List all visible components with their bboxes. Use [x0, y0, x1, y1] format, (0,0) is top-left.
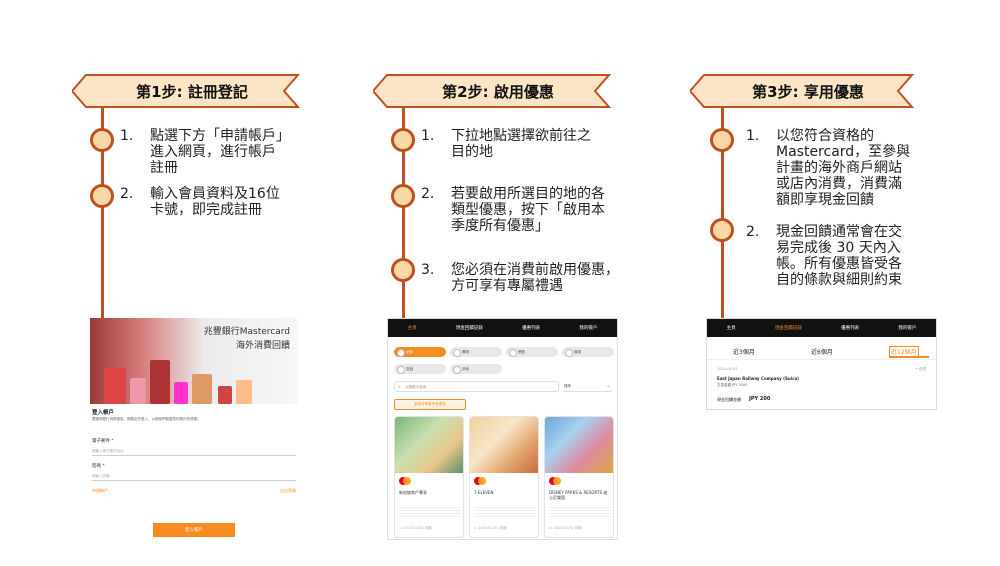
- nav-offers[interactable]: 優惠列表: [522, 325, 540, 331]
- chevron-down-icon: ⌄: [606, 383, 610, 388]
- offer-expiry: ▭ 2023/12/31 到期: [549, 526, 582, 530]
- step2-item1-dot: [391, 128, 415, 152]
- cashback-label: 現金回饋金額: [717, 397, 741, 402]
- offer-expiry: ▭ 2023/12/31 到期: [474, 526, 507, 530]
- offer-name: 新加坡商戶專享: [399, 490, 427, 495]
- offer-card[interactable]: DISNEY PARKS & RESORTS 迪士尼樂園 ▭ 2023/12/3…: [544, 416, 614, 538]
- top-nav: 主頁 現金回饋記錄 優惠列表 我的帳戶: [388, 319, 617, 337]
- chip-travel[interactable]: 旅遊: [394, 364, 446, 374]
- nav-home[interactable]: 主頁: [727, 325, 736, 331]
- chip-dining[interactable]: 餐飲: [506, 347, 558, 357]
- chip-other[interactable]: 其他: [450, 364, 502, 374]
- nav-cashback[interactable]: 現金回饋記錄: [775, 325, 802, 331]
- nav-cashback[interactable]: 現金回饋記錄: [456, 325, 483, 331]
- status-badge: • 已付: [915, 367, 926, 371]
- step2-item3-dot: [391, 258, 415, 282]
- step1-banner: 第1步: 註冊登記: [72, 74, 312, 108]
- chip-all[interactable]: 全部: [394, 347, 446, 357]
- offer-description: [549, 505, 611, 519]
- search-icon: ⌕: [398, 384, 401, 390]
- step2-item2-dot: [391, 184, 415, 208]
- hero-title: 兆豐銀行Mastercard: [203, 327, 290, 337]
- offer-card[interactable]: 新加坡商戶專享 ▭ 2023/12/31 到期: [394, 416, 464, 538]
- offer-name: 7-ELEVEN: [474, 490, 494, 495]
- step1-item1-dot: [90, 128, 114, 152]
- tab-underline: [889, 356, 929, 358]
- login-button[interactable]: 登入帳戶: [153, 523, 235, 537]
- step3-item2-dot: [710, 218, 734, 242]
- offer-description: [399, 505, 461, 519]
- nav-account[interactable]: 我的帳戶: [898, 325, 916, 331]
- apply-account-link[interactable]: 申請帳戶: [92, 488, 108, 494]
- nav-home[interactable]: 主頁: [408, 325, 417, 331]
- cashback-amount: JPY 200: [749, 396, 771, 402]
- mastercard-logo-icon: [474, 477, 486, 485]
- activate-all-button[interactable]: 啟用本季度所有優惠: [394, 399, 466, 410]
- nav-account[interactable]: 我的帳戶: [579, 325, 597, 331]
- cashback-screenshot: 主頁 現金回饋記錄 優惠列表 我的帳戶 近3個月 近6個月 近12個月 2024…: [706, 318, 937, 410]
- top-nav: 主頁 現金回饋記錄 優惠列表 我的帳戶: [707, 319, 936, 337]
- login-title: 登入帳戶: [92, 410, 115, 416]
- transaction-date: 2024-05-07: [717, 367, 738, 371]
- forgot-password-link[interactable]: 忘記密碼: [280, 488, 296, 494]
- email-field[interactable]: 請輸入電子郵件地址: [92, 446, 296, 456]
- offer-expiry: ▭ 2023/12/31 到期: [399, 526, 432, 530]
- nav-offers[interactable]: 優惠列表: [841, 325, 859, 331]
- sort-select[interactable]: 排序 ⌄: [564, 381, 612, 392]
- login-screenshot: 兆豐銀行Mastercard 海外消費回饋 登入帳戶 要獲得銀行消費優惠，請務必…: [90, 318, 298, 548]
- hero-subtitle: 海外消費回饋: [235, 341, 290, 351]
- login-description: 要獲得銀行消費優惠，請務必先登入，以便我們驗證您的帳戶的資格。: [92, 417, 201, 421]
- mastercard-logo-icon: [549, 477, 561, 485]
- merchant-name: East Japan Railway Company (Suica): [717, 376, 799, 381]
- step1-title: 第1步: 註冊登記: [136, 82, 248, 101]
- email-label: 電子郵件 *: [92, 439, 114, 444]
- chip-entertainment[interactable]: 娛樂: [562, 347, 614, 357]
- tab-3-months[interactable]: 近3個月: [733, 347, 755, 356]
- tab-6-months[interactable]: 近6個月: [811, 347, 833, 356]
- offer-card[interactable]: 7-ELEVEN ▭ 2023/12/31 到期: [469, 416, 539, 538]
- password-field[interactable]: 請輸入密碼: [92, 471, 296, 481]
- offer-image: [395, 417, 463, 473]
- offer-image: [470, 417, 538, 473]
- offers-screenshot: 主頁 現金回饋記錄 優惠列表 我的帳戶 全部 購物 餐飲 娛樂 旅遊 其他 ⌕ …: [387, 318, 618, 540]
- search-input[interactable]: ⌕ 以關鍵字搜尋: [394, 381, 559, 392]
- step2-banner: 第2步: 啟用優惠: [373, 74, 623, 108]
- offer-description: [474, 505, 536, 519]
- mastercard-logo-icon: [399, 477, 411, 485]
- step2-title: 第2步: 啟用優惠: [442, 82, 554, 101]
- step3-item1-dot: [710, 128, 734, 152]
- offer-image: [545, 417, 613, 473]
- divider: [707, 359, 936, 360]
- password-label: 密碼 *: [92, 464, 105, 469]
- step3-banner: 第3步: 享用優惠: [690, 74, 926, 108]
- offer-name: DISNEY PARKS & RESORTS 迪士尼樂園: [549, 490, 608, 500]
- hero-banner: 兆豐銀行Mastercard 海外消費回饋: [90, 318, 298, 404]
- step1-item2-dot: [90, 184, 114, 208]
- step3-title: 第3步: 享用優惠: [752, 82, 864, 101]
- chip-shopping[interactable]: 購物: [450, 347, 502, 357]
- transaction-amount: 交易金額 JPY 3000: [717, 383, 748, 387]
